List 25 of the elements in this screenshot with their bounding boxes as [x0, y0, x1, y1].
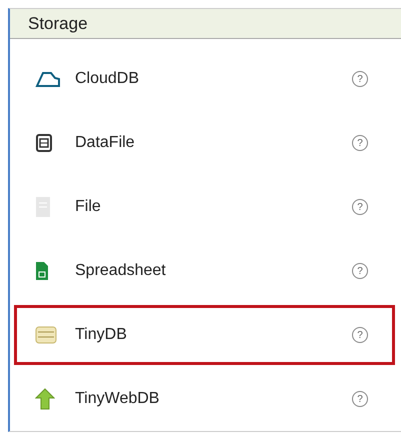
help-icon[interactable]: ? [352, 263, 368, 279]
spreadsheet-icon [35, 261, 49, 281]
item-label: DataFile [75, 134, 136, 152]
database-icon [35, 326, 57, 344]
help-icon[interactable]: ? [352, 391, 368, 407]
item-label: TinyWebDB [75, 390, 160, 408]
help-icon[interactable]: ? [352, 327, 368, 343]
panel-title[interactable]: Storage [28, 14, 88, 34]
item-label: File [75, 198, 102, 216]
palette-item[interactable]: Spreadsheet ? [14, 241, 395, 301]
palette-item[interactable]: TinyWebDB ? [14, 369, 395, 429]
database-icon [35, 133, 53, 153]
item-label: CloudDB [75, 70, 140, 88]
help-icon[interactable]: ? [352, 199, 368, 215]
document-icon [35, 196, 51, 218]
help-icon[interactable]: ? [352, 71, 368, 87]
cloud-icon [35, 70, 61, 88]
arrow-up-icon [35, 388, 55, 410]
palette-item[interactable]: DataFile ? [14, 113, 395, 173]
item-label: TinyDB [75, 326, 128, 344]
item-label: Spreadsheet [75, 262, 167, 280]
help-icon[interactable]: ? [352, 135, 368, 151]
palette-item[interactable]: CloudDB ? [14, 49, 395, 109]
palette-item[interactable]: File ? [14, 177, 395, 237]
palette-item[interactable]: TinyDB ? [14, 305, 395, 365]
